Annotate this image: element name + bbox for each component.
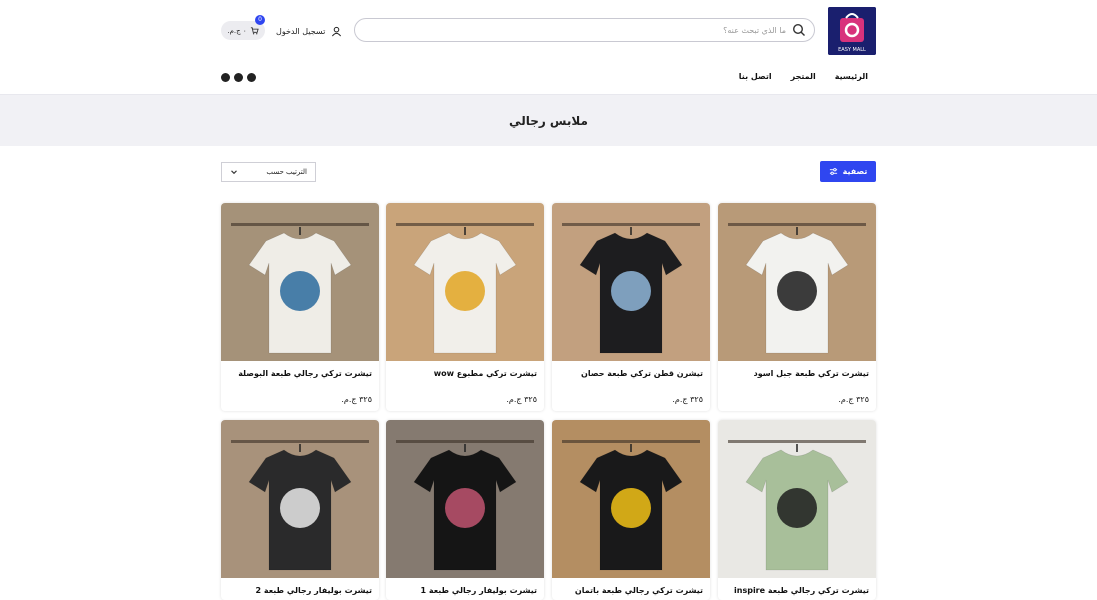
product-image[interactable]	[718, 203, 876, 361]
product-title[interactable]: تيشرت تركي طبعة جبل اسود	[754, 369, 869, 378]
login-label: تسجيل الدخول	[276, 26, 326, 36]
sort-label: الترتيب حسب	[266, 168, 307, 176]
main-nav: الرئيسية المتجر اتصل بنا	[739, 72, 868, 81]
product-card[interactable]: تيشرت بوليفار رجالي طبعة 1	[386, 420, 544, 600]
nav-item-shop[interactable]: المتجر	[791, 72, 816, 81]
product-price: ٣٢٥ ج.م.	[838, 395, 869, 404]
logo-image: EASY MALL	[828, 7, 876, 55]
product-image[interactable]	[552, 203, 710, 361]
category-banner: ملابس رجالي	[0, 95, 1097, 146]
telegram-icon[interactable]	[221, 73, 230, 82]
product-card[interactable]: تيشرت تركي طبعة جبل اسود ٣٢٥ ج.م.	[718, 203, 876, 411]
product-image[interactable]	[221, 203, 379, 361]
page-title: ملابس رجالي	[509, 113, 588, 128]
site-header: EASY MALL تسجيل الدخول ٠ ج.م. 0 الرئيسية…	[0, 0, 1097, 95]
cart-count-badge: 0	[255, 15, 265, 25]
product-image[interactable]	[718, 420, 876, 578]
product-card[interactable]: تيشرت تركي رجالي طبعة البوصلة ٣٢٥ ج.م.	[221, 203, 379, 411]
search-input[interactable]	[386, 25, 786, 35]
sort-select[interactable]: الترتيب حسب	[221, 162, 316, 182]
instagram-icon[interactable]	[234, 73, 243, 82]
chevron-down-icon	[231, 170, 237, 175]
site-logo[interactable]: EASY MALL	[828, 7, 876, 55]
product-card[interactable]: تيشرت تركي رجالي طبعة باتمان	[552, 420, 710, 600]
filter-label: تصفية	[842, 167, 868, 176]
product-title[interactable]: تيشرت تركي رجالي طبعة باتمان	[575, 586, 703, 595]
product-title[interactable]: تيشرت بوليفار رجالي طبعة 2	[256, 586, 372, 595]
user-icon	[332, 26, 342, 36]
social-links	[221, 73, 256, 82]
product-card[interactable]: تيشرت تركي مطبوع wow ٣٢٥ ج.م.	[386, 203, 544, 411]
sliders-icon	[829, 168, 837, 175]
product-image[interactable]	[386, 420, 544, 578]
product-price: ٣٢٥ ج.م.	[341, 395, 372, 404]
cart-icon	[250, 27, 259, 35]
facebook-icon[interactable]	[247, 73, 256, 82]
login-link[interactable]: تسجيل الدخول	[276, 24, 342, 38]
search-bar[interactable]	[354, 18, 815, 42]
cart-total: ٠ ج.م.	[227, 26, 247, 35]
filter-button[interactable]: تصفية	[820, 161, 876, 182]
product-price: ٣٢٥ ج.م.	[506, 395, 537, 404]
product-title[interactable]: تيشرت تركي رجالي طبعة inspire	[734, 586, 869, 595]
product-title[interactable]: تيشرت تركي مطبوع wow	[434, 369, 537, 378]
product-image[interactable]	[221, 420, 379, 578]
product-card[interactable]: تيشرن قطن تركي طبعة حصان ٣٢٥ ج.م.	[552, 203, 710, 411]
product-price: ٣٢٥ ج.م.	[672, 395, 703, 404]
nav-item-home[interactable]: الرئيسية	[835, 72, 868, 81]
nav-item-contact[interactable]: اتصل بنا	[739, 72, 772, 81]
product-card[interactable]: تيشرت بوليفار رجالي طبعة 2	[221, 420, 379, 600]
product-title[interactable]: تيشرت تركي رجالي طبعة البوصلة	[238, 369, 372, 378]
product-title[interactable]: تيشرت بوليفار رجالي طبعة 1	[421, 586, 537, 595]
search-icon[interactable]	[792, 23, 806, 37]
product-image[interactable]	[552, 420, 710, 578]
product-title[interactable]: تيشرن قطن تركي طبعة حصان	[581, 369, 703, 378]
product-card[interactable]: تيشرت تركي رجالي طبعة inspire	[718, 420, 876, 600]
product-image[interactable]	[386, 203, 544, 361]
logo-text: EASY MALL	[838, 47, 866, 53]
